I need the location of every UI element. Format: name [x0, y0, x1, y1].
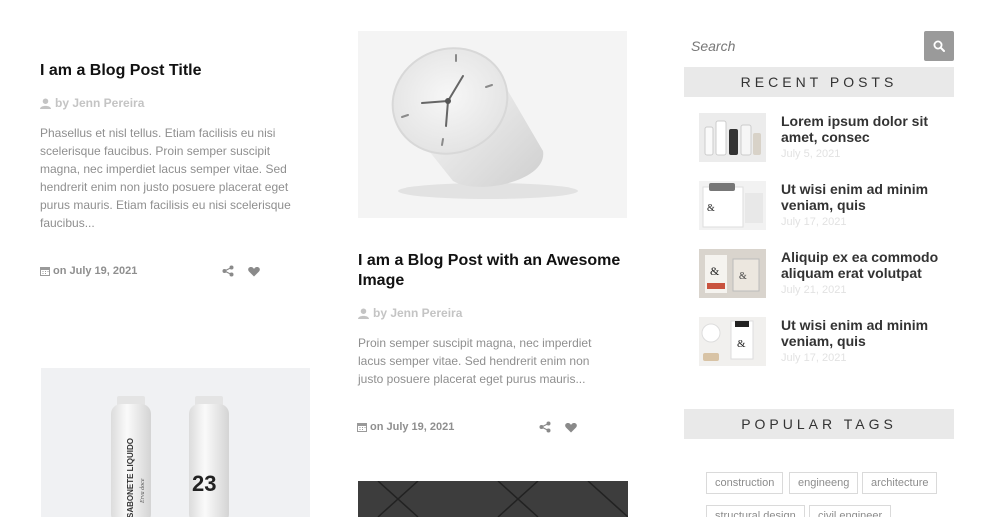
post-actions [539, 421, 577, 433]
popular-tags-heading: POPULAR TAGS [684, 409, 954, 439]
recent-post-thumb[interactable] [699, 113, 766, 162]
recent-post-item[interactable]: Lorem ipsum dolor sit amet, consec July … [699, 113, 949, 163]
recent-post-title[interactable]: Lorem ipsum dolor sit amet, consec [781, 113, 941, 145]
post-author[interactable]: by Jenn Pereira [40, 96, 315, 110]
tag-architecture[interactable]: architecture [862, 472, 938, 494]
calendar-icon [357, 423, 367, 432]
search-button[interactable] [924, 31, 954, 61]
post-actions [222, 265, 260, 277]
recent-post-item[interactable]: & & Aliquip ex ea commodo aliquam erat v… [699, 249, 949, 299]
recent-post-title[interactable]: Aliquip ex ea commodo aliquam erat volut… [781, 249, 941, 281]
svg-text:&: & [707, 203, 715, 214]
recent-post-thumb[interactable]: & [699, 317, 766, 366]
geometric-image [358, 481, 628, 517]
search-bar [684, 30, 954, 62]
blog-post-1: I am a Blog Post Title by Jenn Pereira P… [40, 61, 315, 232]
search-icon [933, 40, 945, 52]
share-icon[interactable] [222, 265, 234, 277]
recent-post-date: July 17, 2021 [781, 352, 847, 364]
bottles-image: SABONETE LIQUIDO Erva doce 23 [41, 368, 310, 517]
recent-post-title[interactable]: Ut wisi enim ad minim veniam, quis [781, 181, 941, 213]
blog-post-2: I am a Blog Post with an Awesome Image b… [358, 251, 633, 388]
author-name: by Jenn Pereira [373, 306, 463, 320]
post-3-image[interactable]: SABONETE LIQUIDO Erva doce 23 [41, 368, 310, 517]
svg-text:23: 23 [192, 471, 216, 496]
svg-text:Erva doce: Erva doce [140, 478, 146, 504]
tag-construction[interactable]: construction [706, 472, 784, 494]
post-excerpt: Proin semper suscipit magna, nec imperdi… [358, 336, 592, 386]
svg-text:&: & [737, 338, 746, 350]
post-excerpt: Phasellus et nisl tellus. Etiam facilisi… [40, 126, 291, 230]
post-2-image[interactable] [358, 31, 627, 218]
recent-posts-heading: RECENT POSTS [684, 67, 954, 97]
heart-icon[interactable] [248, 266, 260, 277]
svg-text:&: & [739, 271, 747, 282]
recent-post-item[interactable]: & Ut wisi enim ad minim veniam, quis Jul… [699, 181, 949, 231]
svg-text:&: & [710, 264, 720, 278]
recent-post-date: July 5, 2021 [781, 148, 841, 160]
svg-text:SABONETE LIQUIDO: SABONETE LIQUIDO [126, 438, 135, 517]
post-date-text: on July 19, 2021 [370, 421, 455, 433]
post-date: on July 19, 2021 [40, 265, 137, 277]
share-icon[interactable] [539, 421, 551, 433]
recent-post-thumb[interactable]: & & [699, 249, 766, 298]
heart-icon[interactable] [565, 422, 577, 433]
tag-structural-design[interactable]: structural design [706, 505, 805, 517]
author-name: by Jenn Pereira [55, 96, 145, 110]
recent-post-date: July 17, 2021 [781, 216, 847, 228]
user-icon [358, 307, 369, 319]
post-4-image[interactable] [358, 481, 628, 517]
recent-post-thumb[interactable]: & [699, 181, 766, 230]
search-input[interactable] [684, 30, 920, 62]
calendar-icon [40, 267, 50, 276]
user-icon [40, 97, 51, 109]
post-meta: on July 19, 2021 [357, 421, 577, 433]
tag-engineeng[interactable]: engineeng [789, 472, 859, 494]
post-title[interactable]: I am a Blog Post with an Awesome Image [358, 251, 623, 291]
recent-post-item[interactable]: & Ut wisi enim ad minim veniam, quis Jul… [699, 317, 949, 367]
post-title[interactable]: I am a Blog Post Title [40, 61, 315, 81]
recent-post-date: July 21, 2021 [781, 284, 847, 296]
tag-civil-engineer[interactable]: civil engineer [809, 505, 892, 517]
recent-post-title[interactable]: Ut wisi enim ad minim veniam, quis [781, 317, 941, 349]
post-author[interactable]: by Jenn Pereira [358, 306, 633, 320]
post-meta: on July 19, 2021 [40, 265, 260, 277]
clock-image [358, 31, 627, 218]
post-date-text: on July 19, 2021 [53, 265, 138, 277]
post-date: on July 19, 2021 [357, 421, 454, 433]
